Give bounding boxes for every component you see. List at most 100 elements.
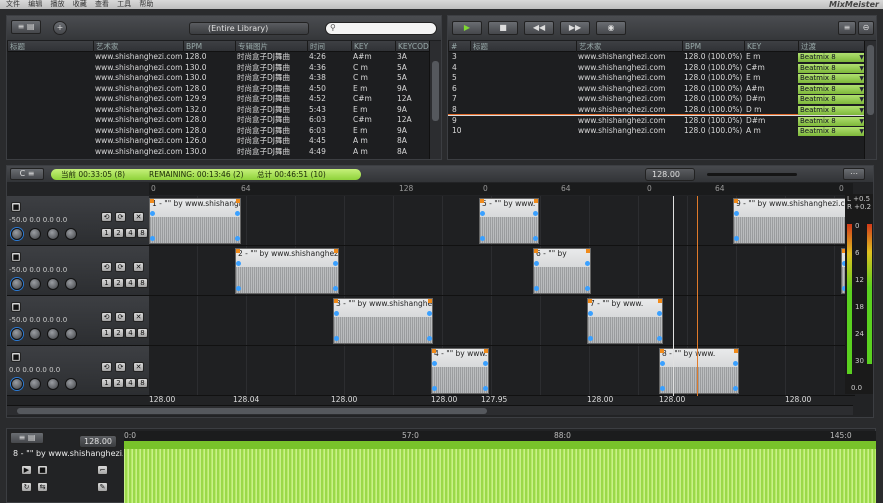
bpm-marker[interactable]: 128.04 [233, 395, 259, 404]
fade-handle[interactable] [657, 311, 662, 316]
table-row[interactable]: www.shishanghezi.com 129.9 时尚盒子DJ舞曲 4:52 C#m… [7, 94, 429, 105]
fade-handle[interactable] [427, 336, 432, 341]
volume-knob[interactable] [11, 278, 23, 290]
table-row[interactable]: www.shishanghezi.com 128.0 时尚盒子DJ舞曲 4:26 A#m… [7, 52, 429, 63]
menu-file[interactable]: 文件 [6, 0, 20, 8]
table-row[interactable]: www.shishanghezi.com 132.0 时尚盒子DJ舞曲 5:43 E m… [7, 105, 429, 116]
mix-menu-button[interactable]: C ≡ [10, 168, 44, 180]
beat-length-button[interactable]: 1 [101, 278, 112, 288]
timeline-scrollbar[interactable] [7, 405, 853, 415]
clip-marker[interactable] [334, 299, 338, 303]
fade-handle[interactable] [427, 311, 432, 316]
eq-high-knob[interactable] [65, 228, 77, 240]
audio-clip[interactable]: 1 - "" by www.shishanghezi [149, 198, 241, 244]
clip-marker[interactable] [534, 199, 538, 203]
fade-handle[interactable] [660, 361, 665, 366]
beat-length-button[interactable]: 2 [113, 228, 124, 238]
track-loop-button[interactable]: ⟲ [101, 212, 112, 222]
track-close-icon[interactable]: ✕ [133, 362, 144, 372]
track-lane[interactable]: 1 - "" by www.shishanghezi 5 - "" by www.… [149, 196, 855, 396]
fade-handle[interactable] [333, 261, 338, 266]
menu-help[interactable]: 帮助 [139, 0, 153, 8]
menu-edit[interactable]: 编辑 [28, 0, 42, 8]
zoom-slider[interactable] [707, 173, 797, 176]
view-toggle-button[interactable]: ≡ ▤ [11, 20, 41, 34]
playlist-row[interactable]: 9 www.shishanghezi.com 128.0 (100.0%) D#m Be… [448, 115, 866, 126]
fade-handle[interactable] [334, 311, 339, 316]
track-close-icon[interactable]: ✕ [133, 262, 144, 272]
playhead[interactable] [673, 196, 674, 396]
fade-handle[interactable] [150, 236, 155, 241]
editor-play-button[interactable]: ▶ [21, 465, 32, 475]
clip-marker[interactable] [150, 199, 154, 203]
menu-play[interactable]: 播放 [50, 0, 64, 8]
bpm-marker[interactable]: 128.00 [331, 395, 357, 404]
playlist-row[interactable]: 10 www.shishanghezi.com 128.0 (100.0%) A m B… [448, 126, 866, 137]
fade-handle[interactable] [588, 336, 593, 341]
menu-view[interactable]: 查看 [95, 0, 109, 8]
editor-snap-button[interactable]: ⇆ [37, 482, 48, 492]
track-lane[interactable]: 4 - "" by www. 8 - "" by www. [149, 346, 855, 396]
volume-knob[interactable] [11, 228, 23, 240]
transition-select[interactable]: Beatmix 8 [798, 84, 866, 94]
track-mute-button[interactable]: ■ [11, 352, 21, 362]
beat-length-button[interactable]: 8 [137, 228, 148, 238]
scroll-thumb[interactable] [432, 61, 439, 121]
library-scrollbar[interactable] [429, 41, 441, 159]
clip-marker[interactable] [660, 349, 664, 353]
options-button[interactable]: ≡ [838, 21, 856, 35]
fade-handle[interactable] [534, 261, 539, 266]
fade-handle[interactable] [533, 211, 538, 216]
beat-length-button[interactable]: 1 [101, 228, 112, 238]
playlist-row[interactable]: 5 www.shishanghezi.com 128.0 (100.0%) E m Be… [448, 73, 866, 84]
add-icon[interactable]: + [53, 21, 67, 35]
fade-handle[interactable] [236, 286, 241, 291]
bpm-marker[interactable]: 128.00 [431, 395, 457, 404]
beat-length-button[interactable]: 8 [137, 378, 148, 388]
beat-length-button[interactable]: 8 [137, 328, 148, 338]
clip-marker[interactable] [484, 349, 488, 353]
track-sync-button[interactable]: ⟳ [115, 312, 126, 322]
audio-clip[interactable]: 9 - "" by www.shishanghezi.com [733, 198, 855, 244]
track-lane[interactable]: 2 - "" by www.shishanghezi6 - "" by10 [149, 246, 855, 296]
clip-marker[interactable] [734, 349, 738, 353]
beat-length-button[interactable]: 2 [113, 328, 124, 338]
audio-clip[interactable]: 6 - "" by [533, 248, 591, 294]
clip-marker[interactable] [428, 299, 432, 303]
clip-marker[interactable] [334, 249, 338, 253]
track-sync-button[interactable]: ⟳ [115, 362, 126, 372]
col-transition[interactable]: 过渡 [798, 41, 866, 52]
scroll-thumb[interactable] [17, 408, 487, 414]
beat-length-button[interactable]: 2 [113, 378, 124, 388]
track-mute-button[interactable]: ■ [11, 252, 21, 262]
audio-clip[interactable]: 2 - "" by www.shishanghezi [235, 248, 339, 294]
eq-high-knob[interactable] [65, 278, 77, 290]
fade-handle[interactable] [333, 286, 338, 291]
audio-clip[interactable]: 3 - "" by www.shishanghezi [333, 298, 433, 344]
playlist-row[interactable]: 4 www.shishanghezi.com 128.0 (100.0%) C#m Be… [448, 63, 866, 74]
col-title[interactable]: 标题 [7, 41, 93, 52]
playlist-row[interactable]: 7 www.shishanghezi.com 128.0 (100.0%) D#m Be… [448, 94, 866, 105]
fade-handle[interactable] [585, 261, 590, 266]
track-sync-button[interactable]: ⟳ [115, 212, 126, 222]
col-title[interactable]: 标题 [470, 41, 576, 52]
playlist-row[interactable]: 8 www.shishanghezi.com 128.0 (100.0%) D m Be… [448, 105, 866, 115]
table-row[interactable]: www.shishanghezi.com 130.0 时尚盒子DJ舞曲 4:38 C m… [7, 73, 429, 84]
volume-knob[interactable] [11, 378, 23, 390]
beat-timeline[interactable]: 0 64 128 0 64 0 64 0 [149, 183, 853, 195]
library-filter-select[interactable]: (Entire Library) [189, 22, 309, 35]
eq-low-knob[interactable] [29, 228, 41, 240]
bpm-marker[interactable]: 128.00 [785, 395, 811, 404]
play-button[interactable]: ▶ [452, 21, 482, 35]
eq-mid-knob[interactable] [47, 328, 59, 340]
transition-select[interactable]: Beatmix 8 [798, 105, 866, 115]
col-key[interactable]: KEY [744, 41, 798, 52]
track-lane[interactable]: 3 - "" by www.shishanghezi 7 - "" by www. [149, 296, 855, 346]
transition-select[interactable]: Beatmix 8 [798, 63, 866, 73]
fade-handle[interactable] [534, 286, 539, 291]
fade-handle[interactable] [150, 211, 155, 216]
table-row[interactable]: www.shishanghezi.com 130.0 时尚盒子DJ舞曲 4:36 C m… [7, 63, 429, 74]
stop-button[interactable]: ■ [488, 21, 518, 35]
playlist-row[interactable]: 6 www.shishanghezi.com 128.0 (100.0%) A#m Be… [448, 84, 866, 95]
audio-clip[interactable]: 5 - "" by www. [479, 198, 539, 244]
